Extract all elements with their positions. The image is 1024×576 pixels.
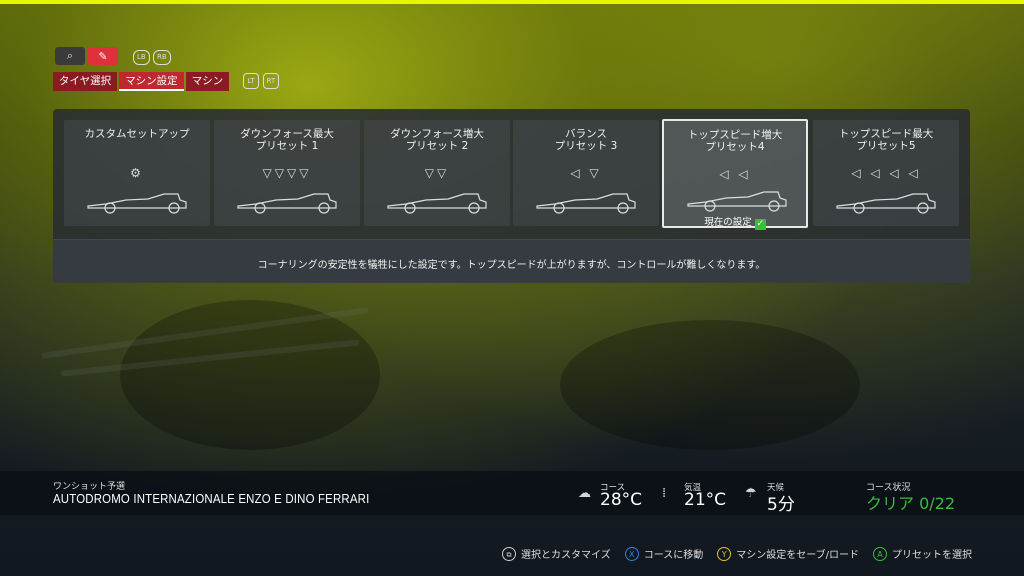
- hint-label: 選択とカスタマイズ: [521, 550, 611, 561]
- tab-bar: タイヤ選択 マシン設定 マシン: [53, 72, 230, 91]
- preset-card-5[interactable]: トップスピード最大 プリセット5 ◁ ◁ ◁ ◁: [813, 120, 959, 226]
- hint-select-customize[interactable]: ⧉ 選択とカスタマイズ: [502, 546, 611, 561]
- rt-button-icon: RT: [263, 73, 279, 89]
- top-speed-icon: ◁ ◁: [719, 167, 751, 181]
- hint-save-load[interactable]: Y マシン設定をセーブ/ロード: [717, 546, 859, 561]
- hint-select-preset[interactable]: A プリセットを選択: [873, 546, 972, 561]
- tab-car-setup[interactable]: マシン設定: [119, 72, 184, 91]
- rb-button-icon: RB: [153, 50, 171, 65]
- downforce-icon: ▽▽▽▽: [262, 166, 312, 180]
- track-name: AUTODROMO INTERNAZIONALE ENZO E DINO FER…: [53, 491, 370, 506]
- y-button-icon: Y: [717, 546, 732, 561]
- checkmark-icon: ✓: [754, 219, 766, 230]
- engine-shadow: [560, 320, 860, 450]
- car-icon: [687, 191, 787, 212]
- forecast-value: 5分: [767, 495, 795, 515]
- car-icon: [237, 193, 337, 214]
- track-temp-value: 28°C: [600, 490, 643, 510]
- hint-label: プリセットを選択: [892, 550, 972, 561]
- lb-button-icon: LB: [133, 50, 150, 65]
- hint-label: マシン設定をセーブ/ロード: [736, 550, 859, 561]
- hint-label: コースに移動: [643, 550, 704, 561]
- preset-card-custom[interactable]: カスタムセットアップ ⚙: [64, 120, 210, 226]
- preset-title: ダウンフォース増大 プリセット 2: [390, 128, 484, 152]
- car-icon: [836, 193, 936, 214]
- preset-title: バランス プリセット 3: [554, 128, 618, 152]
- a-button-icon: A: [873, 546, 887, 561]
- top-accent-line: [0, 0, 1024, 4]
- current-setting-indicator: 現在の設定 ✓: [664, 214, 806, 230]
- preset-card-4[interactable]: トップスピード増大 プリセット4 ◁ ◁ 現在の設定 ✓: [662, 119, 808, 230]
- x-button-icon: X: [624, 546, 639, 561]
- car-icon: [536, 193, 636, 214]
- preset-card-1[interactable]: ダウンフォース最大 プリセット 1 ▽▽▽▽: [214, 120, 360, 226]
- rain-cloud-icon: ☂: [745, 486, 757, 501]
- inspect-mode-button[interactable]: ⌕: [55, 47, 85, 65]
- air-temp-value: 21°C: [684, 490, 727, 510]
- button-hints: ⧉ 選択とカスタマイズ X コースに移動 Y マシン設定をセーブ/ロード A プ…: [502, 546, 972, 561]
- preset-title: トップスピード最大 プリセット5: [838, 128, 934, 152]
- engine-shadow: [120, 300, 380, 450]
- gear-icon: ⚙: [130, 166, 144, 180]
- magnify-icon: ⌕: [66, 49, 74, 62]
- setup-mode-button[interactable]: ✎: [88, 47, 118, 65]
- preset-title: ダウンフォース最大 プリセット 1: [240, 128, 334, 152]
- cloud-icon: ☁: [578, 486, 591, 501]
- tab-tyre-select[interactable]: タイヤ選択: [53, 72, 118, 91]
- preset-card-2[interactable]: ダウンフォース増大 プリセット 2 ▽▽: [364, 120, 510, 226]
- track-status-value: クリア 0/22: [866, 494, 956, 513]
- preset-description: コーナリングの安定性を犠牲にした設定です。トップスピードが上がりますが、コントロ…: [257, 260, 766, 271]
- view-button-icon: ⧉: [502, 546, 517, 561]
- session-info-bar: ワンショット予選 AUTODROMO INTERNAZIONALE ENZO E…: [0, 471, 1024, 515]
- top-speed-icon: ◁ ◁ ◁ ◁: [851, 166, 921, 180]
- downforce-icon: ▽▽: [424, 166, 450, 180]
- description-bar: コーナリングの安定性を犠牲にした設定です。トップスピードが上がりますが、コントロ…: [53, 239, 970, 283]
- tab-car[interactable]: マシン: [185, 72, 230, 91]
- preset-title: カスタムセットアップ: [84, 128, 190, 140]
- balance-icon: ◁ ▽: [570, 166, 602, 180]
- car-icon: [87, 193, 187, 214]
- preset-title: トップスピード増大 プリセット4: [687, 129, 783, 153]
- preset-card-3[interactable]: バランス プリセット 3 ◁ ▽: [513, 120, 659, 226]
- wrench-icon: ✎: [98, 49, 108, 63]
- hint-go-to-track[interactable]: X コースに移動: [624, 546, 704, 561]
- current-setting-label: 現在の設定: [704, 217, 752, 228]
- preset-panel: カスタムセットアップ ⚙ ダウンフォース最大 プリセット 1 ▽▽▽▽ ダウンフ…: [53, 109, 970, 283]
- air-icon: ⁞: [662, 486, 667, 501]
- lt-button-icon: LT: [243, 73, 259, 89]
- car-icon: [387, 193, 487, 214]
